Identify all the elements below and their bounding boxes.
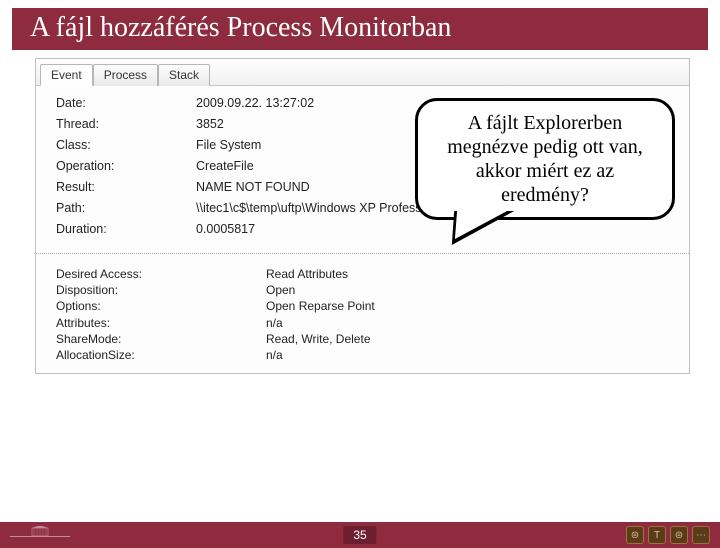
badge-icon: ⊜ [670,526,688,544]
prop-label: Class: [56,138,196,152]
tab-process[interactable]: Process [93,64,158,86]
badge-icon: ⋯ [692,526,710,544]
event-extended-properties: Desired Access:Read Attributes Dispositi… [36,264,689,373]
callout-text: A fájlt Explorerben megnézve pedig ott v… [447,112,643,206]
prop-value: n/a [266,347,677,363]
prop-label: Operation: [56,159,196,173]
prop-label: Date: [56,96,196,110]
prop-row: Options:Open Reparse Point [56,298,677,314]
prop-row: Disposition:Open [56,282,677,298]
prop-label: Thread: [56,117,196,131]
page-number: 35 [343,526,376,544]
prop-row: Duration:0.0005817 [56,222,677,236]
prop-label: Disposition: [56,282,266,298]
prop-row: Desired Access:Read Attributes [56,266,677,282]
badge-icon: ⊜ [626,526,644,544]
section-divider [36,253,689,254]
prop-value: Open [266,282,677,298]
prop-label: Desired Access: [56,266,266,282]
tab-strip: Event Process Stack [36,59,689,86]
annotation-callout: A fájlt Explorerben megnézve pedig ott v… [415,98,675,220]
prop-label: Attributes: [56,315,266,331]
prop-label: ShareMode: [56,331,266,347]
prop-row: AllocationSize:n/a [56,347,677,363]
prop-value: n/a [266,315,677,331]
badge-icon: T [648,526,666,544]
prop-value: Read, Write, Delete [266,331,677,347]
footer-badges: ⊜ T ⊜ ⋯ [626,526,720,544]
prop-value: Read Attributes [266,266,677,282]
tab-stack[interactable]: Stack [158,64,210,86]
slide-title: A fájl hozzáférés Process Monitorban [12,12,708,44]
prop-label: Duration: [56,222,196,236]
prop-value: Open Reparse Point [266,298,677,314]
prop-row: ShareMode:Read, Write, Delete [56,331,677,347]
prop-row: Attributes:n/a [56,315,677,331]
prop-value: 0.0005817 [196,222,677,236]
prop-label: Result: [56,180,196,194]
slide-title-bar: A fájl hozzáférés Process Monitorban [12,8,708,50]
prop-label: Options: [56,298,266,314]
slide-footer: 35 ⊜ T ⊜ ⋯ [0,522,720,548]
tab-event[interactable]: Event [40,64,93,86]
prop-label: AllocationSize: [56,347,266,363]
university-logo [0,522,80,548]
prop-label: Path: [56,201,196,215]
